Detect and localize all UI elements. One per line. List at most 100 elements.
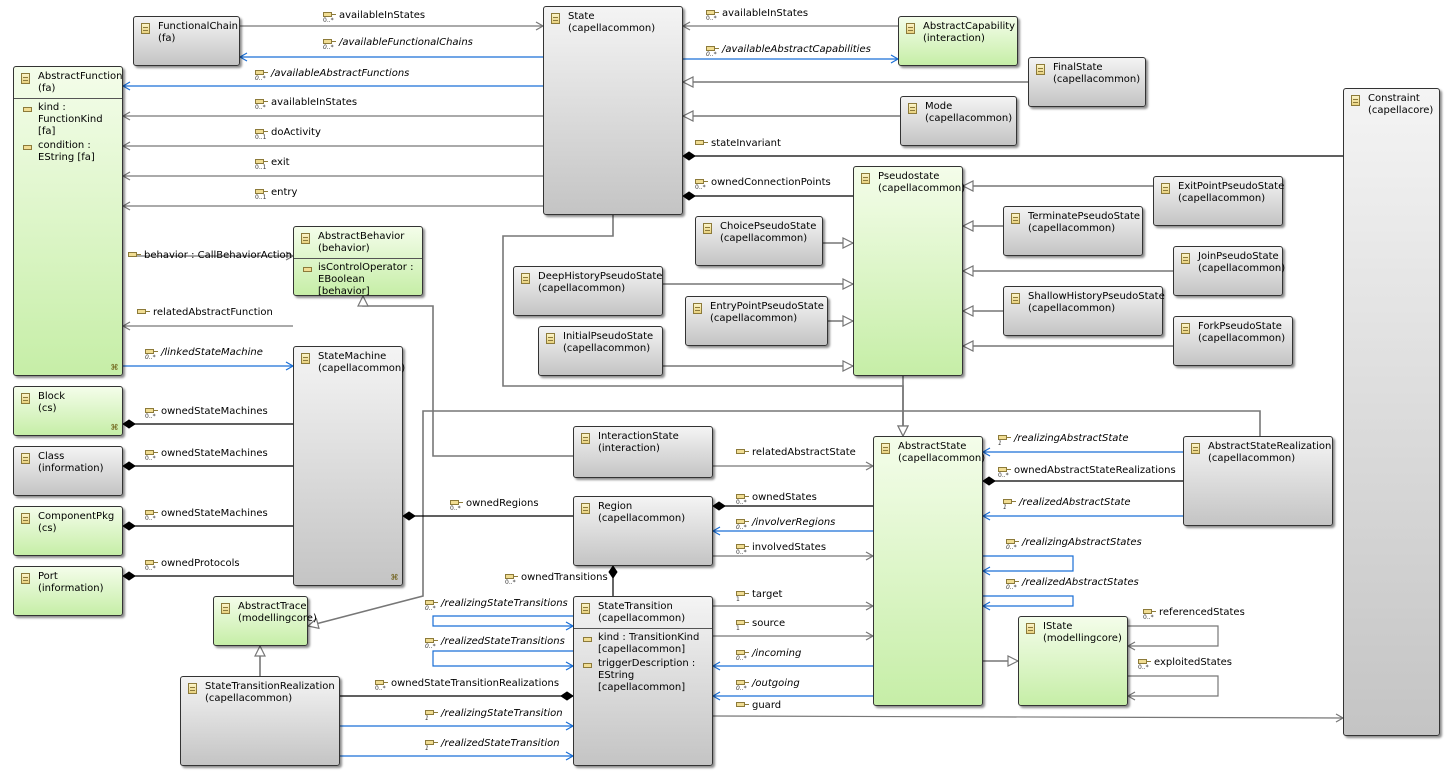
role-label[interactable]: 0..* /availableAbstractFunctions bbox=[255, 68, 409, 82]
attribute-row[interactable]: condition : EString [fa] bbox=[23, 140, 118, 164]
class-exit[interactable]: ExitPointPseudoState (capellacommon) bbox=[1153, 176, 1284, 226]
role-name: behavior : CallBehaviorAction bbox=[144, 250, 293, 261]
class-entry[interactable]: EntryPointPseudoState (capellacommon) bbox=[685, 296, 828, 346]
edge-line bbox=[983, 555, 1074, 572]
role-label[interactable]: 0..* ownedStateMachines bbox=[145, 508, 268, 522]
class-cpkg[interactable]: ComponentPkg (cs) bbox=[13, 506, 123, 556]
role-label[interactable]: 0..* ownedStateMachines bbox=[145, 448, 268, 462]
class-ab[interactable]: AbstractBehavior (behavior) isControlOpera… bbox=[293, 226, 423, 298]
class-package: (interaction) bbox=[598, 443, 660, 454]
class-istate[interactable]: IState (modellingcore) bbox=[1018, 616, 1128, 706]
role-label[interactable]: guard bbox=[736, 700, 781, 712]
class-name: Block bbox=[38, 391, 66, 402]
role-label[interactable]: 0..* availableInStates bbox=[255, 97, 357, 111]
role-label[interactable]: 1 source bbox=[736, 618, 785, 632]
class-sm[interactable]: StateMachine (capellacommon) ⌘ bbox=[293, 346, 405, 586]
attribute-row[interactable]: kind : TransitionKind [capellacommon] bbox=[583, 632, 708, 656]
class-icon bbox=[861, 173, 870, 184]
role-label[interactable]: 0..* ownedAbstractStateRealizations bbox=[998, 465, 1176, 479]
role-label[interactable]: 0..* /realizingStateTransitions bbox=[425, 598, 568, 612]
class-shallow[interactable]: ShallowHistoryPseudoState (capellacommon) bbox=[1003, 286, 1165, 336]
role-label[interactable]: 0..* ownedRegions bbox=[450, 498, 539, 512]
class-package: (capellacommon) bbox=[1198, 263, 1286, 274]
class-header: Block (cs) bbox=[14, 387, 122, 418]
role-label[interactable]: 0..* ownedStates bbox=[736, 492, 817, 506]
role-label[interactable]: 0..* /realizedStateTransitions bbox=[425, 636, 565, 650]
class-term[interactable]: TerminatePseudoState (capellacommon) bbox=[1003, 206, 1143, 256]
class-fork[interactable]: ForkPseudoState (capellacommon) bbox=[1173, 316, 1293, 366]
role-label[interactable]: 0..* /incoming bbox=[736, 648, 801, 662]
composition-diamond bbox=[682, 191, 696, 201]
role-label[interactable]: 1/realizingStateTransition bbox=[425, 708, 563, 722]
edge-assoc bbox=[711, 661, 873, 671]
role-label[interactable]: 0..1 doActivity bbox=[255, 127, 321, 141]
class-fc[interactable]: FunctionalChain (fa) bbox=[133, 16, 240, 66]
role-label[interactable]: 0..* /outgoing bbox=[736, 678, 800, 692]
role-label[interactable]: 1/realizedStateTransition bbox=[425, 738, 560, 752]
role-label[interactable]: relatedAbstractFunction bbox=[137, 307, 273, 319]
class-at[interactable]: AbstractTrace (modellingcore) bbox=[213, 596, 317, 646]
class-af[interactable]: AbstractFunction (fa) kind : FunctionKind … bbox=[13, 66, 123, 376]
class-init[interactable]: InitialPseudoState (capellacommon) bbox=[538, 326, 663, 376]
class-package: (cs) bbox=[38, 403, 57, 414]
class-package: (capellacommon) bbox=[878, 183, 966, 194]
class-port[interactable]: Port (information) bbox=[13, 566, 123, 616]
role-label[interactable]: 0..* /realizingAbstractStates bbox=[1006, 537, 1142, 551]
role-label[interactable]: 0..* exploitedStates bbox=[1138, 657, 1232, 671]
class-cons[interactable]: Constraint (capellacore) bbox=[1343, 88, 1440, 736]
class-name: Mode bbox=[925, 101, 953, 112]
role-label[interactable]: 0..* ownedTransitions bbox=[505, 572, 608, 586]
class-choice[interactable]: ChoicePseudoState (capellacommon) bbox=[695, 216, 823, 266]
role-label[interactable]: 0..* ownedStateMachines bbox=[145, 406, 268, 420]
reference-icon: 0..* bbox=[1143, 607, 1157, 621]
attribute-row[interactable]: triggerDescription : EString [capellacom… bbox=[583, 658, 708, 694]
class-deep[interactable]: DeepHistoryPseudoState (capellacommon) bbox=[513, 266, 663, 316]
role-label[interactable]: 0..* ownedProtocols bbox=[145, 558, 240, 572]
class-asr[interactable]: AbstractStateRealization (capellacommon) bbox=[1183, 436, 1333, 526]
class-ac[interactable]: AbstractCapability (interaction) bbox=[898, 16, 1018, 66]
role-label[interactable]: 1/realizedAbstractState bbox=[1003, 497, 1131, 511]
class-name: EntryPointPseudoState bbox=[710, 301, 824, 312]
edge-comp bbox=[682, 151, 1343, 161]
class-is[interactable]: InteractionState (interaction) bbox=[573, 426, 713, 478]
class-icon bbox=[521, 273, 530, 284]
attribute-row[interactable]: kind : FunctionKind [fa] bbox=[23, 102, 118, 138]
role-label[interactable]: 1 target bbox=[736, 589, 782, 603]
class-class[interactable]: Class (information) bbox=[13, 446, 123, 496]
role-label[interactable]: 0..* availableInStates bbox=[706, 8, 808, 22]
class-abst[interactable]: AbstractState (capellacommon) bbox=[873, 436, 985, 706]
role-label[interactable]: 0..* /availableFunctionalChains bbox=[323, 37, 473, 51]
class-block[interactable]: Block (cs) ⌘ bbox=[13, 386, 123, 436]
class-str[interactable]: StateTransitionRealization (capellacommon… bbox=[180, 676, 340, 766]
class-mode[interactable]: Mode (capellacommon) bbox=[900, 96, 1017, 146]
role-label[interactable]: 0..* ownedStateTransitionRealizations bbox=[375, 678, 559, 692]
class-name: ComponentPkg bbox=[38, 511, 115, 522]
role-label[interactable]: 0..* ownedConnectionPoints bbox=[695, 177, 831, 191]
class-name: ChoicePseudoState bbox=[720, 221, 817, 232]
role-label[interactable]: behavior : CallBehaviorAction bbox=[128, 250, 292, 262]
role-label[interactable]: stateInvariant bbox=[695, 138, 781, 150]
class-package: (fa) bbox=[38, 83, 56, 94]
role-label[interactable]: 0..* /linkedStateMachine bbox=[145, 347, 263, 361]
class-header: Mode (capellacommon) bbox=[901, 97, 1016, 128]
class-stt[interactable]: StateTransition (capellacommon) kind : Tra… bbox=[573, 596, 713, 766]
role-label[interactable]: 0..* referencedStates bbox=[1143, 607, 1245, 621]
role-label[interactable]: 0..* /realizedAbstractStates bbox=[1006, 577, 1139, 591]
role-label[interactable]: 0..* availableInStates bbox=[323, 10, 425, 24]
role-label[interactable]: 0..* involvedStates bbox=[736, 542, 826, 556]
class-st[interactable]: State (capellacommon) bbox=[543, 6, 683, 215]
edge-assoc bbox=[981, 447, 1183, 457]
class-join[interactable]: JoinPseudoState (capellacommon) bbox=[1173, 246, 1286, 296]
class-name: Port bbox=[38, 571, 58, 582]
role-label[interactable]: 0..1 entry bbox=[255, 187, 297, 201]
attribute-row[interactable]: isControlOperator : EBoolean [behavior] bbox=[303, 262, 418, 298]
role-label[interactable]: 0..1 exit bbox=[255, 157, 290, 171]
class-fs[interactable]: FinalState (capellacommon) bbox=[1028, 57, 1146, 107]
multiplicity: 1 bbox=[1003, 504, 1007, 511]
role-label[interactable]: 0..* /involverRegions bbox=[736, 517, 835, 531]
role-label[interactable]: relatedAbstractState bbox=[736, 447, 856, 459]
role-label[interactable]: 0..* /availableAbstractCapabilities bbox=[706, 44, 871, 58]
role-label[interactable]: 1/realizingAbstractState bbox=[998, 433, 1128, 447]
class-region[interactable]: Region (capellacommon) bbox=[573, 496, 713, 566]
class-ps[interactable]: Pseudostate (capellacommon) bbox=[853, 166, 966, 376]
